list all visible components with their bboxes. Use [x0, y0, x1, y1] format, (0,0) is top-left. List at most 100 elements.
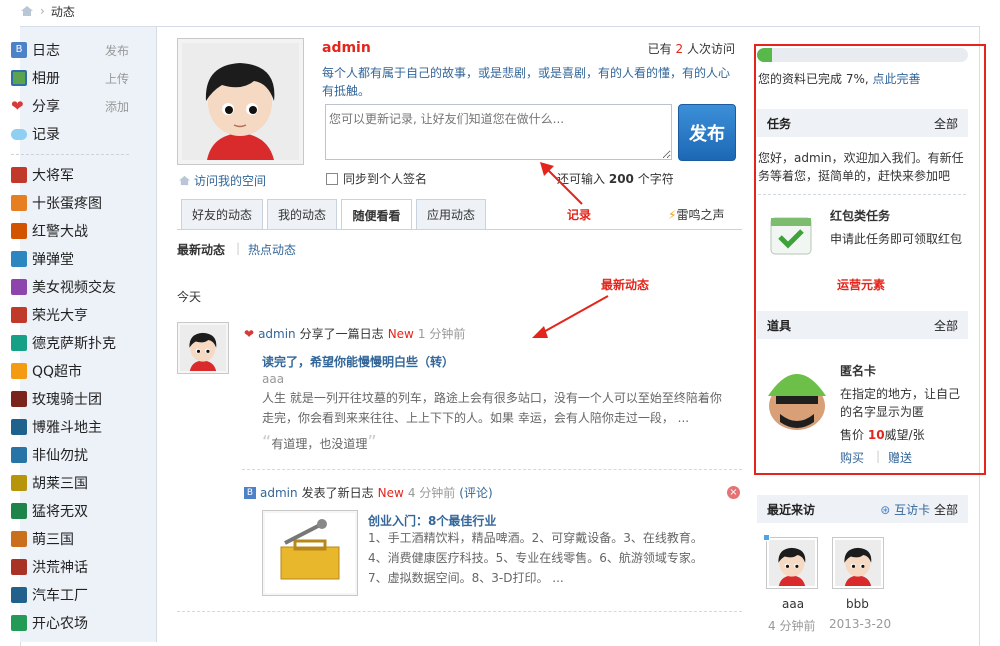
sidebar-item-game[interactable]: 博雅斗地主 [11, 416, 129, 438]
sidebar-item-label[interactable]: 荣光大亨 [32, 305, 88, 325]
share-icon: ❤ [244, 326, 255, 341]
sidebar-item-game[interactable]: 胡莱三国 [11, 472, 129, 494]
visit-space-label[interactable]: 访问我的空间 [194, 172, 266, 189]
visitor-time: 2013-3-20 [829, 617, 892, 631]
sidebar-item-game[interactable]: 猛将无双 [11, 500, 129, 522]
feed-item-author[interactable]: aaa [262, 372, 284, 386]
feed-verb: 分享了一篇日志 [299, 327, 384, 341]
feed-comment-link[interactable]: (评论) [459, 484, 492, 501]
sidebar-item-game[interactable]: 非仙勿扰 [11, 444, 129, 466]
sidebar-item-label[interactable]: 大将军 [32, 165, 74, 185]
visit-count-number: 2 [675, 42, 684, 56]
profile-avatar[interactable] [177, 38, 304, 165]
sidebar-item-game[interactable]: 十张蛋疼图 [11, 192, 129, 214]
feed-user-link[interactable]: admin [258, 327, 296, 341]
tab-random[interactable]: 随便看看 [341, 199, 412, 230]
sidebar-item-label[interactable]: 美女视频交友 [32, 277, 116, 297]
sidebar-item-label[interactable]: 红警大战 [32, 221, 88, 241]
new-badge: New [387, 326, 414, 341]
toolbox-icon [265, 513, 355, 593]
feed-item-body: 1、手工酒精饮料，精品啤酒。2、可穿戴设备。3、在线教育。4、消费健康医疗科技。… [368, 531, 703, 585]
sidebar-item-label[interactable]: 日志 [32, 40, 60, 60]
thunder-label[interactable]: 雷鸣之声 [676, 208, 724, 222]
sidebar-item-label[interactable]: 非仙勿扰 [32, 445, 88, 465]
sidebar-item-label[interactable]: 弹弹堂 [32, 249, 74, 269]
sidebar-item-label[interactable]: 博雅斗地主 [32, 417, 102, 437]
avatar-image [769, 540, 815, 586]
sidebar-item-label[interactable]: QQ超市 [32, 361, 82, 381]
feed-time: 4 分钟前 [407, 486, 456, 500]
publish-button[interactable]: 发布 [678, 104, 736, 161]
close-icon[interactable]: × [727, 486, 740, 499]
status-input[interactable] [325, 104, 672, 160]
sidebar-item-label[interactable]: 开心农场 [32, 613, 88, 633]
quote-close-icon: ” [367, 432, 377, 453]
sidebar-item-label[interactable]: 十张蛋疼图 [32, 193, 102, 213]
home-icon[interactable] [20, 5, 34, 17]
visitor-name[interactable]: bbb [846, 597, 869, 611]
feed-meta: B admin 发表了新日志 New 4 分钟前 (评论) [244, 484, 493, 501]
sidebar-item-blog[interactable]: B 日志 发布 [11, 39, 129, 61]
feed-divider [177, 611, 742, 612]
sidebar-item-game[interactable]: 美女视频交友 [11, 276, 129, 298]
feed-time: 1 分钟前 [417, 327, 466, 341]
visitor-avatar[interactable] [832, 537, 884, 589]
sidebar-item-game[interactable]: 大将军 [11, 164, 129, 186]
subtab-latest[interactable]: 最新动态 [177, 241, 225, 258]
sidebar-item-game[interactable]: 荣光大亨 [11, 304, 129, 326]
sidebar-item-label[interactable]: 分享 [32, 96, 60, 116]
sidebar-item-game[interactable]: 弹弹堂 [11, 248, 129, 270]
blog-publish-link[interactable]: 发布 [105, 42, 129, 59]
sync-checkbox[interactable] [326, 172, 338, 185]
sidebar-item-label[interactable]: 萌三国 [32, 529, 74, 549]
sidebar-item-game[interactable]: 洪荒神话 [11, 556, 129, 578]
blog-thumbnail[interactable] [262, 510, 358, 596]
sidebar-item-label[interactable]: 洪荒神话 [32, 557, 88, 577]
exchange-card-link[interactable]: 互访卡 [894, 503, 930, 517]
breadcrumb: › 动态 [0, 0, 1000, 22]
sidebar-item-label[interactable]: 汽车工厂 [32, 585, 88, 605]
feed-quote: “有道理，也没道理” [262, 433, 377, 454]
sidebar-item-game[interactable]: 萌三国 [11, 528, 129, 550]
feed-item-title[interactable]: 读完了，希望你能慢慢明白些（转） [262, 353, 454, 370]
game-icon [11, 391, 27, 407]
share-add-link[interactable]: 添加 [105, 98, 129, 115]
game-icon [11, 279, 27, 295]
sync-signature[interactable]: 同步到个人签名 [326, 170, 427, 187]
sidebar-item-label[interactable]: 猛将无双 [32, 501, 88, 521]
visitor-name[interactable]: aaa [782, 597, 804, 611]
sidebar-item-game[interactable]: QQ超市 [11, 360, 129, 382]
sidebar-item-game[interactable]: 汽车工厂 [11, 584, 129, 606]
feed-item-title[interactable]: 创业入门：8个最佳行业 [368, 512, 496, 529]
profile-username[interactable]: admin [322, 40, 371, 56]
feed-avatar[interactable] [177, 322, 229, 374]
subtab-hot[interactable]: 热点动态 [248, 241, 296, 258]
thunder-link[interactable]: ⚡雷鸣之声 [668, 206, 724, 223]
breadcrumb-current: 动态 [50, 4, 75, 19]
visit-space-link[interactable]: 访问我的空间 [178, 172, 266, 189]
feed-user-link[interactable]: admin [260, 486, 298, 500]
feed-item-body: 人生 就是一列开往坟墓的列车，路途上会有很多站口，没有一个人可以至始至终陪着你走… [262, 391, 722, 425]
sidebar-item-game[interactable]: 红警大战 [11, 220, 129, 242]
tab-mine[interactable]: 我的动态 [267, 199, 337, 229]
sidebar-item-game[interactable]: 玫瑰骑士团 [11, 388, 129, 410]
sidebar-item-record[interactable]: 记录 [11, 123, 129, 145]
feed-meta: ❤ admin 分享了一篇日志 New 1 分钟前 [244, 325, 465, 342]
sidebar-item-album[interactable]: 相册 上传 [11, 67, 129, 89]
sidebar-item-label[interactable]: 德克萨斯扑克 [32, 333, 116, 353]
visitor-avatar[interactable] [766, 537, 818, 589]
sidebar-item-label[interactable]: 玫瑰骑士团 [32, 389, 102, 409]
game-icon [11, 167, 27, 183]
sidebar-item-label[interactable]: 记录 [32, 124, 60, 144]
sidebar-item-label[interactable]: 胡莱三国 [32, 473, 88, 493]
sidebar-item-game[interactable]: 德克萨斯扑克 [11, 332, 129, 354]
recent-all-link[interactable]: 全部 [934, 503, 958, 517]
game-icon [11, 419, 27, 435]
tab-apps[interactable]: 应用动态 [416, 199, 486, 229]
sidebar-item-label[interactable]: 相册 [32, 68, 60, 88]
tab-friends[interactable]: 好友的动态 [181, 199, 263, 229]
sidebar-item-game[interactable]: 开心农场 [11, 612, 129, 634]
album-upload-link[interactable]: 上传 [105, 70, 129, 87]
sidebar-item-share[interactable]: ❤ 分享 添加 [11, 95, 129, 117]
feed-date-heading: 今天 [177, 290, 202, 304]
